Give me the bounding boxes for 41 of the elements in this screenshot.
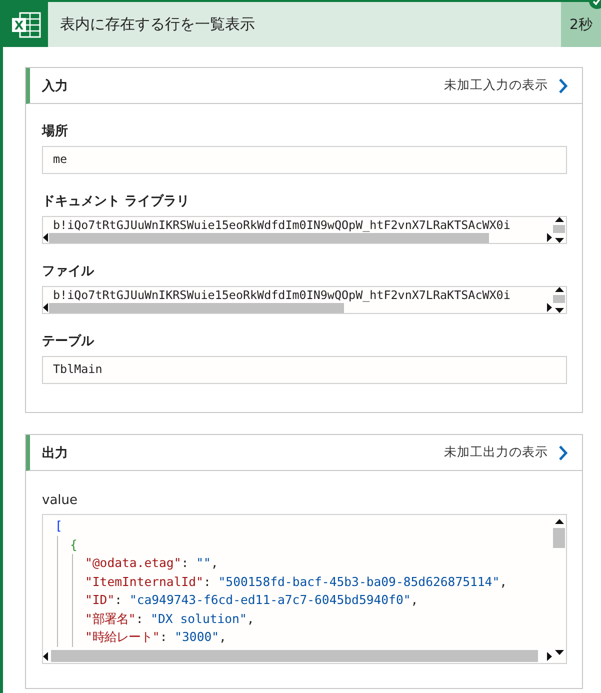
field-label: ファイル — [42, 263, 96, 280]
field-label: ドキュメント ライブラリ — [42, 192, 191, 210]
input-field[interactable]: me — [42, 146, 567, 174]
section-title: 出力 — [42, 444, 68, 462]
scroll-up-icon[interactable] — [554, 519, 564, 525]
field-label: value — [42, 493, 79, 508]
code-line: "部署名": "DX solution", — [85, 610, 256, 628]
scroll-down-icon[interactable] — [554, 237, 564, 243]
scrollbar-thumb[interactable] — [49, 302, 344, 312]
scroll-right-icon[interactable] — [546, 652, 552, 660]
scroll-right-icon[interactable] — [546, 303, 552, 312]
code-line: [ — [55, 518, 64, 535]
input-field[interactable]: b!iQo7tRtGJUuWnIKRSWuie15eoRkWdfdIm0IN9wQOpW_htF2vnX7LRaKTSAcWX0i — [42, 216, 567, 244]
code-line: "時給レート": "3000", — [85, 629, 228, 646]
scroll-down-icon[interactable] — [554, 649, 564, 655]
input-field[interactable]: TblMain — [42, 356, 567, 384]
field-label: テーブル — [42, 332, 96, 350]
chevron-right-icon — [558, 444, 568, 460]
section-title: 入力 — [42, 78, 68, 94]
code-viewer[interactable]: [ { "@odata.etag": "", "ItemInternalId": "500158fd-bacf-45b3-ba09-85d626875114", "ID": "ca949743-f6cd-ed11-a7c7-6045bd5940f0", "部署名": "DX solution", "時給レート": "3000", — [42, 514, 567, 664]
scroll-down-icon[interactable] — [554, 307, 564, 313]
scrollbar-thumb[interactable] — [49, 232, 489, 242]
scrollbar-thumb[interactable] — [553, 295, 565, 303]
scrollbar-thumb[interactable] — [553, 225, 565, 233]
chevron-right-icon — [558, 78, 568, 94]
scroll-right-icon[interactable] — [546, 233, 552, 242]
code-line: "ItemInternalId": "500158fd-bacf-45b3-ba09-85d626875114", — [85, 574, 508, 590]
show-raw-inputs-link[interactable]: 未加工入力の表示 — [444, 77, 568, 94]
input-field[interactable]: b!iQo7tRtGJUuWnIKRSWuie15eoRkWdfdIm0IN9wQOpW_htF2vnX7LRaKTSAcWX0i — [42, 286, 567, 314]
scrollbar-thumb[interactable] — [553, 528, 565, 548]
scroll-up-icon[interactable] — [554, 217, 564, 223]
show-raw-outputs-link[interactable]: 未加工出力の表示 — [444, 444, 568, 461]
scroll-left-icon[interactable] — [43, 652, 49, 660]
code-line: { — [70, 536, 78, 554]
scrollbar-thumb[interactable] — [51, 650, 538, 662]
duration-label: 2秒 — [561, 2, 601, 47]
code-line: "@odata.etag": "", — [85, 555, 220, 572]
scroll-up-icon[interactable] — [554, 287, 564, 293]
code-line: "ID": "ca949743-f6cd-ed11-a7c7-6045bd5940f0", — [85, 592, 420, 609]
field-label: 場所 — [42, 123, 69, 140]
action-title: 表内に存在する行を一覧表示 — [48, 2, 561, 47]
